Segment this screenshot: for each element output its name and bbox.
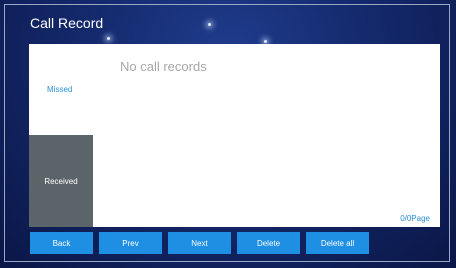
back-button[interactable]: Back — [30, 232, 93, 254]
call-record-panel: Missed Received No call records 0/0Page — [29, 44, 440, 227]
tab-received[interactable]: Received — [29, 135, 93, 227]
next-button[interactable]: Next — [168, 232, 231, 254]
empty-list-message: No call records — [120, 59, 207, 74]
delete-all-button[interactable]: Delete all — [306, 232, 369, 254]
action-button-bar: Back Prev Next Delete Delete all — [0, 232, 456, 254]
delete-button[interactable]: Delete — [237, 232, 300, 254]
prev-button[interactable]: Prev — [99, 232, 162, 254]
background-star — [107, 37, 110, 40]
page-title: Call Record — [30, 15, 104, 31]
background-star — [264, 40, 267, 43]
call-type-sidebar: Missed Received — [29, 44, 93, 227]
background-star — [208, 23, 211, 26]
tab-missed[interactable]: Missed — [29, 74, 93, 104]
page-indicator: 0/0Page — [400, 214, 430, 223]
